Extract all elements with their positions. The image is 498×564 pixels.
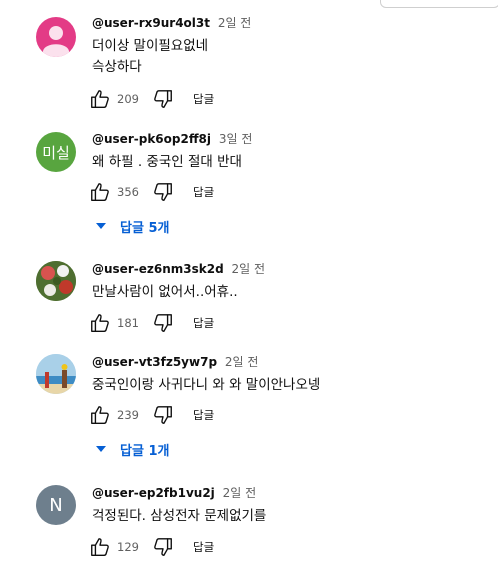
thumbs-down-icon — [154, 314, 172, 332]
thumbs-down-icon — [154, 538, 172, 556]
reply-button[interactable]: 답글 — [193, 407, 214, 423]
dislike-button[interactable] — [151, 180, 175, 204]
comment-time[interactable]: 2일 전 — [231, 262, 265, 276]
comment-line: 슥상하다 — [92, 59, 142, 75]
comment-time[interactable]: 2일 전 — [218, 16, 252, 30]
comment-header: @user-rx9ur4ol3t 2일 전 — [92, 15, 251, 31]
comment-actions: 356 답글 — [88, 180, 214, 204]
comment-time[interactable]: 2일 전 — [223, 486, 257, 500]
dislike-button[interactable] — [151, 535, 175, 559]
avatar[interactable]: 미실 — [36, 132, 76, 172]
comment-header: @user-ep2fb1vu2j 2일 전 — [92, 485, 256, 501]
comment-actions: 239 답글 — [88, 403, 214, 427]
author-name[interactable]: @user-pk6op2ff8j — [92, 132, 211, 146]
thumbs-up-icon — [91, 314, 109, 332]
thumbs-up-icon — [91, 183, 109, 201]
thumbs-up-icon — [91, 406, 109, 424]
like-button[interactable] — [88, 403, 112, 427]
comment-text: 걱정된다. 삼성전자 문제없기를 — [92, 508, 267, 524]
author-name[interactable]: @user-vt3fz5yw7p — [92, 355, 217, 369]
thumbs-up-icon — [91, 538, 109, 556]
thumbs-up-icon — [91, 90, 109, 108]
avatar-initial: N — [49, 494, 63, 516]
thumbs-down-icon — [154, 406, 172, 424]
like-count: 129 — [117, 540, 139, 554]
reply-button[interactable]: 답글 — [193, 539, 214, 555]
dislike-button[interactable] — [151, 87, 175, 111]
comment-item: @user-vt3fz5yw7p 2일 전 중국인이랑 사귀다니 와 와 말이안… — [0, 354, 498, 434]
comment-actions: 181 답글 — [88, 311, 214, 335]
comment-actions: 209 답글 — [88, 87, 214, 111]
comment-header: @user-vt3fz5yw7p 2일 전 — [92, 354, 258, 370]
comment-text: 더이상 말이필요없네 슥상하다 — [92, 36, 208, 78]
avatar-initial: 미실 — [42, 143, 70, 162]
like-button[interactable] — [88, 535, 112, 559]
flowers-photo-icon — [36, 261, 76, 301]
avatar[interactable] — [36, 354, 76, 394]
comment-line: 더이상 말이필요없네 — [92, 38, 209, 54]
avatar[interactable] — [36, 17, 76, 57]
like-button[interactable] — [88, 311, 112, 335]
beach-photo-icon — [36, 354, 76, 394]
like-count: 181 — [117, 316, 139, 330]
comment-time[interactable]: 3일 전 — [219, 132, 253, 146]
comment-item: N @user-ep2fb1vu2j 2일 전 걱정된다. 삼성전자 문제없기를… — [0, 485, 498, 564]
dislike-button[interactable] — [151, 403, 175, 427]
thumbs-down-icon — [154, 90, 172, 108]
comment-text: 왜 하필 . 중국인 절대 반대 — [92, 154, 242, 170]
caret-down-icon — [96, 223, 106, 229]
avatar[interactable]: N — [36, 485, 76, 525]
replies-label: 답글 1개 — [120, 443, 170, 459]
comment-header: @user-pk6op2ff8j 3일 전 — [92, 131, 252, 147]
author-name[interactable]: @user-ep2fb1vu2j — [92, 486, 215, 500]
replies-label: 답글 5개 — [120, 220, 170, 236]
reply-button[interactable]: 답글 — [193, 315, 214, 331]
dislike-button[interactable] — [151, 311, 175, 335]
comment-time[interactable]: 2일 전 — [225, 355, 259, 369]
like-count: 356 — [117, 185, 139, 199]
author-name[interactable]: @user-rx9ur4ol3t — [92, 16, 210, 30]
comment-item: @user-rx9ur4ol3t 2일 전 더이상 말이필요없네 슥상하다 20… — [0, 15, 498, 115]
reply-button[interactable]: 답글 — [193, 184, 214, 200]
like-button[interactable] — [88, 180, 112, 204]
reply-button[interactable]: 답글 — [193, 91, 214, 107]
comment-item: 미실 @user-pk6op2ff8j 3일 전 왜 하필 . 중국인 절대 반… — [0, 131, 498, 201]
comment-actions: 129 답글 — [88, 535, 214, 559]
view-replies-button[interactable]: 답글 5개 — [96, 216, 169, 236]
comment-item: @user-ez6nm3sk2d 2일 전 만날사람이 없어서..어휴.. 18… — [0, 261, 498, 341]
view-replies-button[interactable]: 답글 1개 — [96, 439, 169, 459]
comment-text: 만날사람이 없어서..어휴.. — [92, 284, 238, 300]
thumbs-down-icon — [154, 183, 172, 201]
like-count: 239 — [117, 408, 139, 422]
comment-text: 중국인이랑 사귀다니 와 와 말이안나오넹 — [92, 377, 321, 393]
top-input-edge — [380, 0, 498, 8]
like-count: 209 — [117, 92, 139, 106]
caret-down-icon — [96, 446, 106, 452]
like-button[interactable] — [88, 87, 112, 111]
avatar[interactable] — [36, 261, 76, 301]
default-person-icon — [43, 26, 69, 57]
comment-header: @user-ez6nm3sk2d 2일 전 — [92, 261, 265, 277]
author-name[interactable]: @user-ez6nm3sk2d — [92, 262, 224, 276]
